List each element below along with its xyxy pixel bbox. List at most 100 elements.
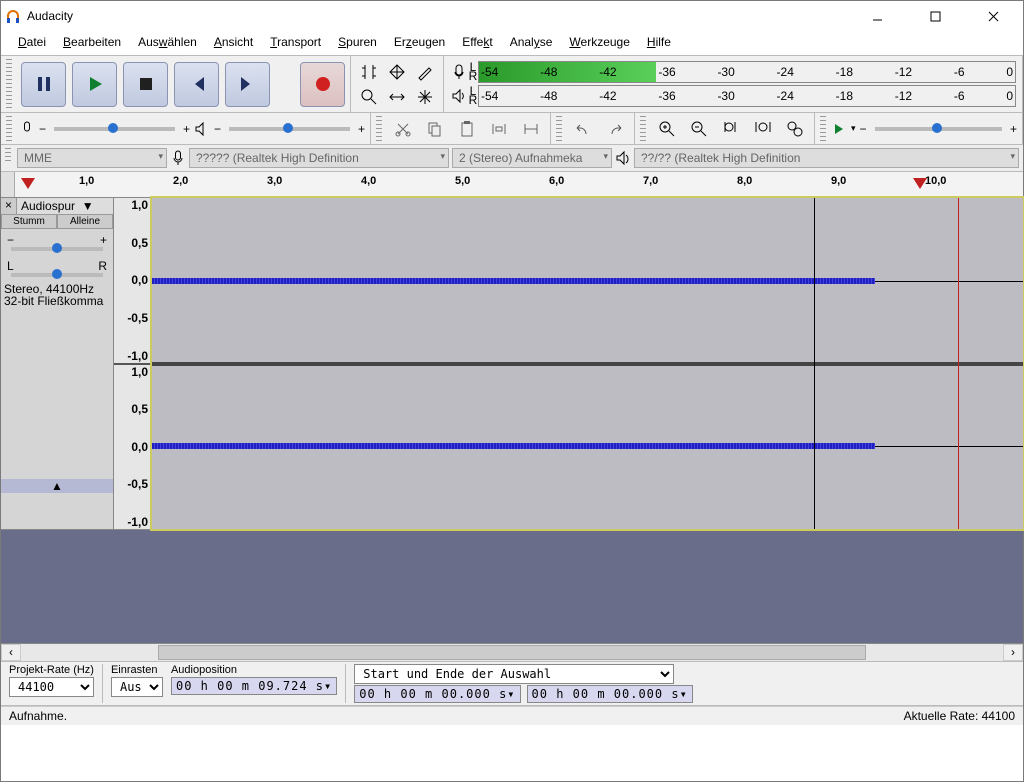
recording-volume-slider[interactable] bbox=[54, 127, 175, 131]
stop-button[interactable] bbox=[123, 62, 168, 107]
multi-tool-button[interactable] bbox=[411, 84, 439, 109]
zoom-in-button[interactable] bbox=[653, 116, 681, 141]
playback-meter[interactable]: -54-48-42-36-30-24-18-12-60 bbox=[478, 85, 1016, 107]
record-button[interactable] bbox=[300, 62, 345, 107]
minus-icon: − bbox=[214, 122, 221, 136]
copy-button[interactable] bbox=[421, 116, 449, 141]
mute-button[interactable]: Stumm bbox=[1, 214, 57, 229]
undo-button[interactable] bbox=[569, 116, 597, 141]
pan-l-label: L bbox=[7, 259, 14, 273]
timeshift-tool-button[interactable] bbox=[383, 84, 411, 109]
menu-item[interactable]: Erzeugen bbox=[387, 33, 452, 51]
plus-icon: + bbox=[1010, 122, 1017, 136]
scroll-thumb[interactable] bbox=[158, 645, 865, 660]
pan-slider[interactable] bbox=[11, 273, 103, 277]
menu-item[interactable]: Spuren bbox=[331, 33, 384, 51]
speaker-icon bbox=[615, 150, 631, 166]
track-collapse-button[interactable]: ▲ bbox=[1, 479, 113, 493]
trim-button[interactable] bbox=[485, 116, 513, 141]
scroll-right-button[interactable]: › bbox=[1003, 644, 1023, 661]
audio-position-label: Audioposition bbox=[171, 664, 337, 676]
recording-meter[interactable]: -54-48-42-36-30-24-18-12-60 bbox=[478, 61, 1016, 83]
speaker-icon bbox=[194, 121, 210, 137]
menu-item[interactable]: Analyse bbox=[503, 33, 560, 51]
envelope-tool-button[interactable] bbox=[383, 59, 411, 84]
grip-icon[interactable] bbox=[820, 116, 826, 141]
pan-r-label: R bbox=[98, 259, 107, 273]
minimize-button[interactable] bbox=[857, 2, 897, 30]
track-control-panel[interactable]: × Audiospur ▼ Stumm Alleine −+ LR Stereo… bbox=[1, 198, 114, 529]
playback-device-select[interactable]: ??/?? (Realtek High Definition bbox=[634, 148, 1019, 168]
close-button[interactable] bbox=[973, 2, 1013, 30]
grip-icon[interactable] bbox=[5, 148, 11, 164]
track-name-dropdown[interactable]: Audiospur ▼ bbox=[17, 198, 113, 214]
skip-start-button[interactable] bbox=[174, 62, 219, 107]
minus-icon: − bbox=[860, 122, 867, 136]
fit-selection-button[interactable] bbox=[717, 116, 745, 141]
cut-button[interactable] bbox=[389, 116, 417, 141]
menu-item[interactable]: Ansicht bbox=[207, 33, 260, 51]
minus-icon: − bbox=[39, 122, 46, 136]
menu-item[interactable]: Auswählen bbox=[131, 33, 204, 51]
quick-play-end-icon[interactable] bbox=[913, 178, 927, 189]
track-panel: × Audiospur ▼ Stumm Alleine −+ LR Stereo… bbox=[1, 198, 1023, 530]
horizontal-scrollbar[interactable]: ‹ › bbox=[1, 644, 1023, 662]
menu-item[interactable]: Transport bbox=[263, 33, 328, 51]
selection-start-input[interactable]: 00 h 00 m 00.000 s▾ bbox=[354, 685, 520, 703]
mic-icon bbox=[170, 150, 186, 166]
zoom-out-button[interactable] bbox=[685, 116, 713, 141]
paste-button[interactable] bbox=[453, 116, 481, 141]
project-rate-select[interactable]: 44100 bbox=[9, 677, 94, 697]
grip-icon[interactable] bbox=[556, 116, 562, 141]
zoom-tool-button[interactable] bbox=[355, 84, 383, 109]
draw-tool-button[interactable] bbox=[411, 59, 439, 84]
pause-button[interactable] bbox=[21, 62, 66, 107]
fit-project-button[interactable] bbox=[749, 116, 777, 141]
recording-device-select[interactable]: ????? (Realtek High Definition bbox=[189, 148, 449, 168]
audio-host-select[interactable]: MME bbox=[17, 148, 167, 168]
audio-position-input[interactable]: 00 h 00 m 09.724 s▾ bbox=[171, 677, 337, 695]
menu-item[interactable]: Hilfe bbox=[640, 33, 678, 51]
menu-item[interactable]: Werkzeuge bbox=[562, 33, 636, 51]
quick-play-head-icon[interactable] bbox=[21, 178, 35, 189]
plus-label: + bbox=[100, 233, 107, 247]
solo-button[interactable]: Alleine bbox=[57, 214, 113, 229]
recording-channels-select[interactable]: 2 (Stereo) Aufnahmeka bbox=[452, 148, 612, 168]
playback-volume-slider[interactable] bbox=[229, 127, 350, 131]
menu-item[interactable]: Effekt bbox=[455, 33, 499, 51]
device-toolbar: MME ????? (Realtek High Definition 2 (St… bbox=[1, 145, 1023, 172]
menu-item[interactable]: Bearbeiten bbox=[56, 33, 128, 51]
grip-icon[interactable] bbox=[6, 59, 12, 109]
app-title: Audacity bbox=[27, 9, 857, 23]
play-button[interactable] bbox=[72, 62, 117, 107]
selection-mode-select[interactable]: Start und Ende der Auswahl bbox=[354, 664, 674, 684]
mixer-toolbar: − + − + ▾ − + bbox=[1, 113, 1023, 145]
maximize-button[interactable] bbox=[915, 2, 955, 30]
menu-item[interactable]: Datei bbox=[11, 33, 53, 51]
scroll-left-button[interactable]: ‹ bbox=[1, 644, 21, 661]
grip-icon[interactable] bbox=[376, 116, 382, 141]
menubar[interactable]: DateiBearbeitenAuswählenAnsichtTransport… bbox=[1, 31, 1023, 56]
mic-icon bbox=[450, 63, 468, 81]
grip-icon[interactable] bbox=[640, 116, 646, 141]
skip-end-button[interactable] bbox=[225, 62, 270, 107]
gain-slider[interactable] bbox=[11, 247, 103, 251]
waveform-display[interactable] bbox=[152, 198, 1023, 529]
status-message: Aufnahme. bbox=[9, 709, 904, 723]
status-rate: Aktuelle Rate: 44100 bbox=[904, 709, 1015, 723]
zoom-toggle-button[interactable] bbox=[781, 116, 809, 141]
timeline[interactable]: 1,02,03,04,05,06,07,08,09,010,0 bbox=[1, 172, 1023, 198]
track-close-button[interactable]: × bbox=[1, 198, 17, 214]
grip-icon[interactable] bbox=[6, 116, 12, 141]
silence-button[interactable] bbox=[517, 116, 545, 141]
transport-toolbar: LR -54-48-42-36-30-24-18-12-60 LR -54-48… bbox=[1, 56, 1023, 113]
snap-select[interactable]: Aus bbox=[111, 677, 163, 697]
selection-tool-button[interactable] bbox=[355, 59, 383, 84]
selection-end-input[interactable]: 00 h 00 m 00.000 s▾ bbox=[527, 685, 693, 703]
amplitude-scale: 1,00,50,0-0,5-1,0 1,00,50,0-0,5-1,0 bbox=[114, 198, 152, 529]
play-speed-slider[interactable] bbox=[875, 127, 1002, 131]
snap-label: Einrasten bbox=[111, 664, 163, 676]
redo-button[interactable] bbox=[601, 116, 629, 141]
minus-label: − bbox=[7, 233, 14, 247]
empty-track-area[interactable] bbox=[1, 530, 1023, 644]
